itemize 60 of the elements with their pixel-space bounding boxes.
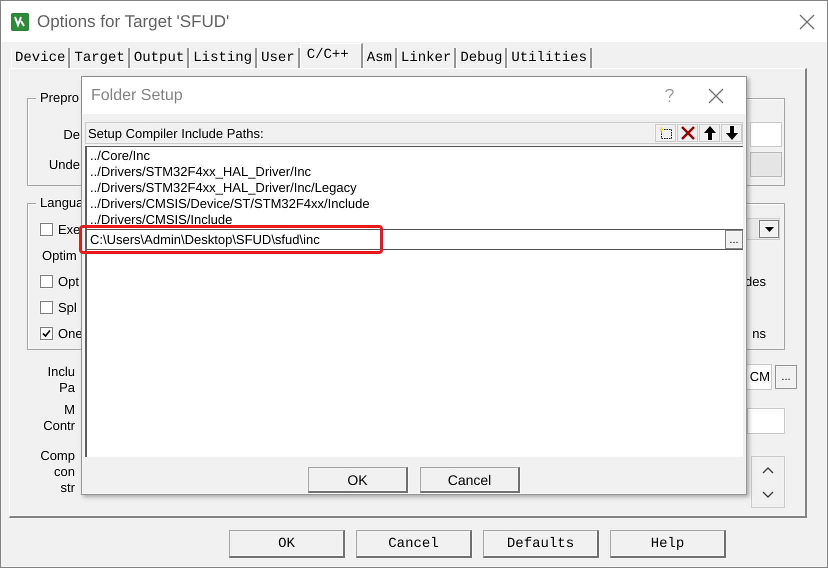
chevron-down-icon[interactable]	[762, 490, 774, 498]
dialog-button[interactable]: OK	[229, 530, 345, 558]
path-item[interactable]: ../Core/Inc	[87, 148, 743, 164]
dropdown[interactable]	[746, 218, 780, 240]
field-label: De	[62, 126, 80, 142]
chevron-up-icon[interactable]	[762, 466, 774, 474]
dialog-title: Folder Setup	[91, 86, 184, 104]
dialog-button[interactable]: OK	[308, 467, 408, 493]
checkbox[interactable]	[40, 300, 53, 314]
field-label: str	[60, 480, 75, 496]
move-down-icon[interactable]	[721, 124, 742, 142]
field-label: con	[54, 464, 75, 480]
move-up-icon[interactable]	[699, 124, 720, 142]
tab[interactable]: Device	[11, 48, 70, 68]
tab[interactable]: Debug	[456, 48, 508, 68]
tab[interactable]: Linker	[396, 48, 456, 68]
tab[interactable]: Utilities	[507, 48, 592, 68]
field-label: Inclu	[48, 364, 75, 380]
new-folder-icon[interactable]	[655, 124, 676, 142]
browse-button[interactable]: ...	[725, 230, 743, 249]
path-field[interactable]: CM	[746, 364, 772, 390]
dialog-button[interactable]: Help	[610, 530, 726, 558]
checkbox-label: Spl	[58, 300, 77, 314]
checkbox-label: Opt	[58, 274, 79, 288]
field-label: Unde	[48, 156, 80, 172]
close-icon[interactable]	[708, 88, 724, 104]
field-label: Contr	[43, 418, 75, 434]
checkbox[interactable]	[40, 222, 53, 236]
input-field[interactable]	[750, 122, 782, 146]
delete-icon[interactable]	[677, 124, 698, 142]
window-title: Options for Target 'SFUD'	[37, 12, 230, 32]
tab[interactable]: Output	[130, 48, 190, 68]
close-icon[interactable]	[799, 14, 815, 30]
checkbox-label: One	[58, 326, 83, 340]
path-item[interactable]: ../Drivers/CMSIS/Include	[87, 212, 743, 228]
field-label: Optim	[41, 248, 77, 262]
checkbox[interactable]	[40, 326, 53, 340]
help-icon[interactable]	[665, 88, 674, 103]
group-title: Prepro	[36, 90, 84, 105]
tab[interactable]: Asm	[362, 48, 397, 68]
option-label: ns	[752, 326, 766, 340]
tab[interactable]: Target	[70, 48, 130, 68]
field-label: M	[64, 402, 75, 418]
input-field[interactable]	[747, 408, 785, 434]
field-label: Pa	[59, 380, 75, 396]
dialog-button[interactable]: Defaults	[483, 530, 599, 558]
dialog-button[interactable]: Cancel	[356, 530, 472, 558]
caret-icon	[764, 226, 774, 232]
list-heading: Setup Compiler Include Paths:	[87, 126, 264, 140]
path-item[interactable]: ../Drivers/STM32F4xx_HAL_Driver/Inc	[87, 164, 743, 180]
browse-button[interactable]: ...	[775, 365, 797, 389]
path-item[interactable]: ../Drivers/CMSIS/Device/ST/STM32F4xx/Include	[87, 196, 743, 212]
checkbox-label: Exe	[58, 222, 80, 236]
field-label: Comp	[40, 448, 75, 464]
path-item[interactable]: ../Drivers/STM32F4xx_HAL_Driver/Inc/Legacy	[87, 180, 743, 196]
tab[interactable]: Listing	[189, 48, 258, 68]
checkbox[interactable]	[40, 274, 53, 288]
app-logo-icon	[11, 12, 29, 30]
dialog-button[interactable]: Cancel	[420, 467, 520, 493]
tab[interactable]: C/C++	[300, 43, 363, 68]
